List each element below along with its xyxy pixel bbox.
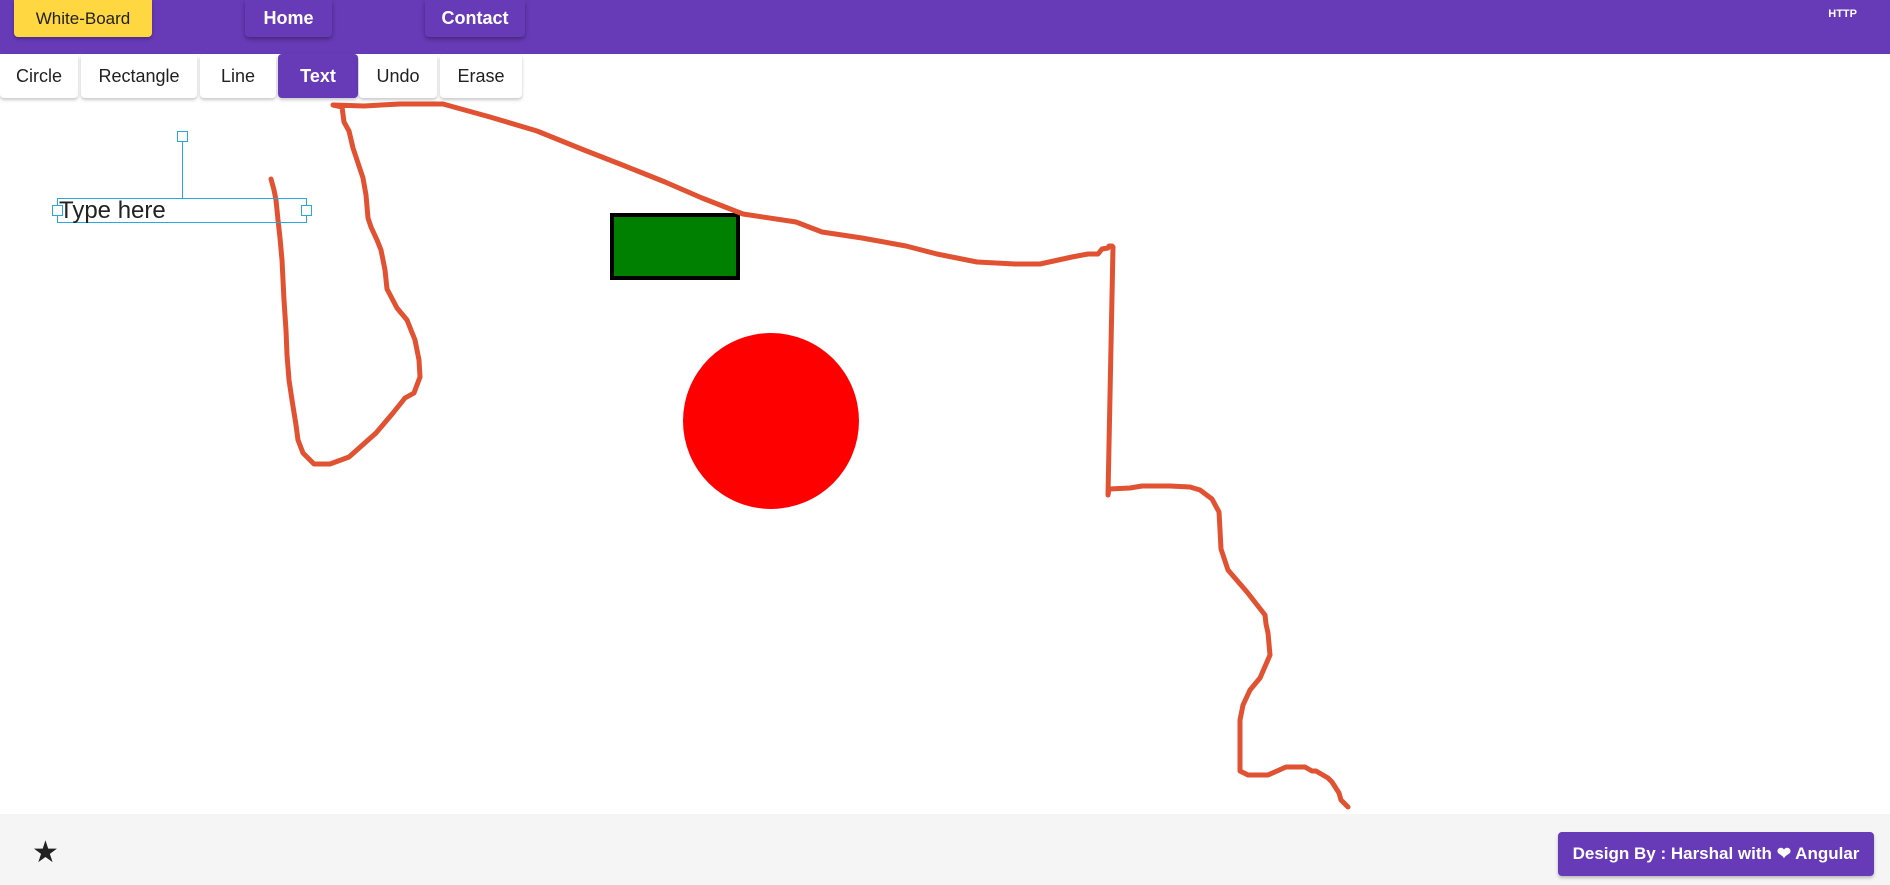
resize-handle-right[interactable]: [301, 205, 312, 216]
heart-icon: ❤: [1776, 844, 1792, 863]
erase-button[interactable]: Erase: [440, 54, 522, 98]
star-icon[interactable]: ★: [32, 838, 59, 868]
text-tool-button[interactable]: Text: [278, 54, 358, 98]
circle-tool-button[interactable]: Circle: [0, 54, 78, 98]
rotate-handle-line: [182, 142, 183, 198]
rectangle-tool-button[interactable]: Rectangle: [81, 54, 197, 98]
credit-suffix: Angular: [1795, 844, 1860, 863]
undo-button[interactable]: Undo: [359, 54, 437, 98]
rotate-handle[interactable]: [177, 131, 188, 142]
drawing-canvas[interactable]: [0, 0, 1890, 814]
line-tool-button[interactable]: Line: [200, 54, 276, 98]
green-rectangle-shape[interactable]: [610, 213, 740, 280]
resize-handle-left[interactable]: [52, 205, 63, 216]
text-input-box[interactable]: Type here: [57, 198, 307, 223]
red-circle-shape[interactable]: [683, 333, 859, 509]
credit-button[interactable]: Design By : Harshal with ❤ Angular: [1558, 832, 1874, 876]
credit-prefix: Design By : Harshal with: [1572, 844, 1772, 863]
